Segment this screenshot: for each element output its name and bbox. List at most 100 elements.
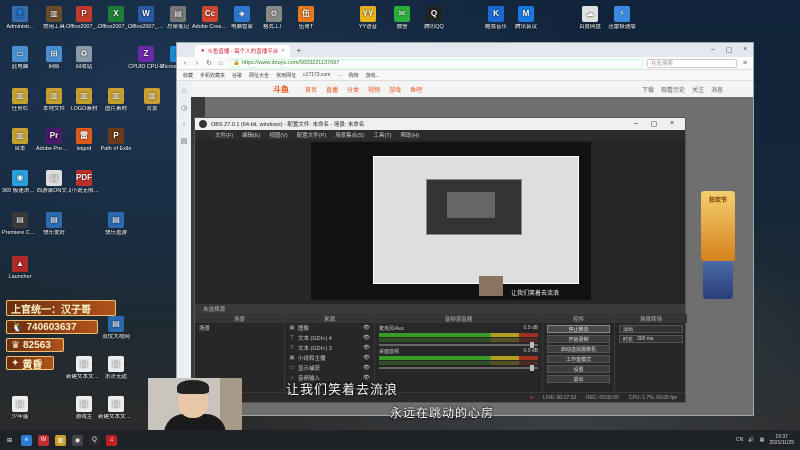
obs-menu-item[interactable]: 编辑(E) xyxy=(242,131,260,139)
desktop-icon[interactable]: P Path of Exile xyxy=(98,128,134,152)
volume-slider[interactable] xyxy=(379,342,538,348)
history-icon[interactable]: ◷ xyxy=(181,104,187,112)
netease-icon[interactable]: ♫ xyxy=(106,434,117,446)
obs-control-button[interactable]: 工作室模式 xyxy=(547,355,610,363)
douyu-header-link[interactable]: 观看历史 xyxy=(661,85,685,94)
desktop-icon[interactable]: ⚡ 迅雷极速版 xyxy=(604,6,640,30)
desktop-icon[interactable]: ▤ 水浒无遗 xyxy=(98,356,134,380)
obs-menu-item[interactable]: 工具(T) xyxy=(373,131,391,139)
desktop-icon[interactable]: ▥ 任务栏 xyxy=(2,88,38,112)
source-item[interactable]: T 文本 (GDI+) 3 👁 xyxy=(285,343,374,353)
promo-banner[interactable]: 狂欢节 xyxy=(701,191,735,261)
bookmark-item[interactable]: 游戏... xyxy=(366,72,380,79)
douyu-nav-item[interactable]: 视频 xyxy=(368,85,380,94)
obs-menu-item[interactable]: 文件(F) xyxy=(215,131,233,139)
desktop-icon[interactable]: ▥ LOGO素材 xyxy=(66,88,102,112)
browser-tab[interactable]: ● 斗鱼直播 - 每个人的直播平台 × xyxy=(195,45,291,57)
desktop-icon[interactable]: ▥ 背景 xyxy=(134,88,170,112)
desktop-icon[interactable]: P Office2007_EXT FFT xyxy=(66,6,102,30)
close-icon[interactable]: × xyxy=(737,46,753,54)
douyu-header-link[interactable]: 消息 xyxy=(711,85,723,94)
desktop-icon[interactable]: 伍伍哥T xyxy=(288,6,324,30)
source-item[interactable]: ▣ 图像 👁 xyxy=(285,323,374,333)
desktop-icon[interactable]: ◈ 电脑管家 xyxy=(224,6,260,30)
edge-icon[interactable]: e xyxy=(21,434,32,446)
desktop-icon[interactable]: ◉ 360 极速浏览器X xyxy=(2,170,38,194)
network-icon[interactable]: ▦ xyxy=(760,437,765,443)
refresh-icon[interactable]: ↻ xyxy=(205,59,213,67)
obs-preview[interactable]: 让我们笑着去流浪 xyxy=(311,142,591,300)
obs-menu-item[interactable]: 场景集合(S) xyxy=(335,131,364,139)
douyu-nav-item[interactable]: 首页 xyxy=(305,85,317,94)
desktop-icon[interactable]: ☁ 百度网盘 xyxy=(572,6,608,30)
desktop-icon[interactable]: ▤ 双优大视网 xyxy=(98,316,134,340)
douyu-header-link[interactable]: 下载 xyxy=(642,85,654,94)
desktop-icon[interactable]: ▭ 此电脑 xyxy=(2,46,38,70)
start-icon[interactable]: ⊞ xyxy=(4,434,15,446)
desktop-icon[interactable]: ✉ 微信 xyxy=(384,6,420,30)
desktop-icon[interactable]: YY YY语音 xyxy=(350,6,386,30)
obs-maximize-icon[interactable]: ▢ xyxy=(645,120,663,128)
obs-minimize-icon[interactable]: – xyxy=(627,120,645,128)
obs-icon[interactable]: ◉ xyxy=(72,434,83,446)
douyu-logo[interactable]: 斗鱼 xyxy=(273,84,289,95)
source-item[interactable]: ▣ 小说和主播 👁 xyxy=(285,353,374,363)
bookmark-item[interactable]: 谷歌 xyxy=(232,72,242,79)
desktop-icon[interactable]: Z CPUID CPU-Z xyxy=(128,46,164,70)
explorer-icon[interactable]: ▥ xyxy=(55,434,66,446)
desktop-icon[interactable]: Q 腾讯QQ xyxy=(416,6,452,30)
douyu-nav-item[interactable]: 游戏 xyxy=(389,85,401,94)
volume-icon[interactable]: 🔊 xyxy=(748,437,754,443)
new-tab-icon[interactable]: + xyxy=(296,46,301,55)
clock[interactable]: 19:37 2021/11/25 xyxy=(769,434,794,446)
obs-close-icon[interactable]: × xyxy=(663,120,681,128)
desktop-icon[interactable]: ▤ 快乐爱好 xyxy=(36,212,72,236)
bookmark-item[interactable]: 购物 xyxy=(349,72,359,79)
obs-control-button[interactable]: 设置 xyxy=(547,365,610,373)
visibility-eye-icon[interactable]: 👁 xyxy=(363,345,370,351)
desktop-icon[interactable]: ⚙ 格式工厂 xyxy=(256,6,292,30)
download-icon[interactable]: ↓ xyxy=(182,121,186,128)
scene-item[interactable]: 场景 xyxy=(195,323,284,333)
obs-control-button[interactable]: 启动虚拟摄像机 xyxy=(547,345,610,353)
maximize-icon[interactable]: ▢ xyxy=(721,46,737,54)
star-icon[interactable]: ☆ xyxy=(181,87,187,95)
desktop-icon[interactable]: ▤ 游戏主 xyxy=(66,396,102,420)
desktop-icon[interactable]: 👤 Administr... xyxy=(2,6,38,30)
visibility-eye-icon[interactable]: 👁 xyxy=(363,335,370,341)
desktop-icon[interactable]: ▤ 少年遥 xyxy=(2,396,38,420)
forward-icon[interactable]: › xyxy=(193,60,201,67)
bookmark-item[interactable]: 网址大全 xyxy=(249,72,269,79)
obs-menu-item[interactable]: 视图(V) xyxy=(269,131,287,139)
douyu-nav-item[interactable]: 直播 xyxy=(326,85,338,94)
desktop-icon[interactable]: ♻ 回收站 xyxy=(66,46,102,70)
obs-menu-item[interactable]: 配置文件(P) xyxy=(297,131,326,139)
desktop-icon[interactable]: ▲ Launcher xyxy=(2,256,38,280)
desktop-icon[interactable]: ▤ 快乐盈游 xyxy=(98,212,134,236)
douyu-nav-item[interactable]: 分类 xyxy=(347,85,359,94)
duration-field[interactable]: 时长 300 ms xyxy=(619,335,683,343)
bookmark-item[interactable]: 收藏 xyxy=(183,72,193,79)
douyu-nav-item[interactable]: 鱼吧 xyxy=(410,85,422,94)
desktop-icon[interactable]: 雷 leigod xyxy=(66,128,102,152)
desktop-icon[interactable]: ▤ 总桌笔记 xyxy=(160,6,196,30)
desktop-icon[interactable]: ▤ Premiere CC2018 xyxy=(2,212,38,236)
visibility-eye-icon[interactable]: 👁 xyxy=(363,325,370,331)
desktop-icon[interactable]: ▤ 新建文本文档 (2) xyxy=(98,396,134,420)
obs-control-button[interactable]: 退出 xyxy=(547,375,610,383)
source-item[interactable]: ▭ 显示捕获 👁 xyxy=(285,363,374,373)
desktop-icon[interactable]: ▤ 新建文本文档 (3) xyxy=(66,356,102,380)
url-input[interactable]: 🔒 https://www.douyu.com/5033221137697 xyxy=(229,58,643,68)
minimize-icon[interactable]: – xyxy=(705,46,721,54)
douyu-header-link[interactable]: 关注 xyxy=(692,85,704,94)
visibility-eye-icon[interactable]: 👁 xyxy=(363,365,370,371)
back-icon[interactable]: ‹ xyxy=(181,60,189,67)
desktop-icon[interactable]: W Office2007_文字 xyxy=(128,6,164,30)
bookmark-item[interactable]: ... xyxy=(337,72,341,78)
visibility-eye-icon[interactable]: 👁 xyxy=(363,355,370,361)
obs-control-button[interactable]: 停止推流 xyxy=(547,325,610,333)
note-icon[interactable]: ▤ xyxy=(181,137,188,145)
promo-banner-2[interactable] xyxy=(703,261,733,299)
obs-control-button[interactable]: 开始录制 xyxy=(547,335,610,343)
desktop-icon[interactable]: M 腾讯会议 xyxy=(508,6,544,30)
